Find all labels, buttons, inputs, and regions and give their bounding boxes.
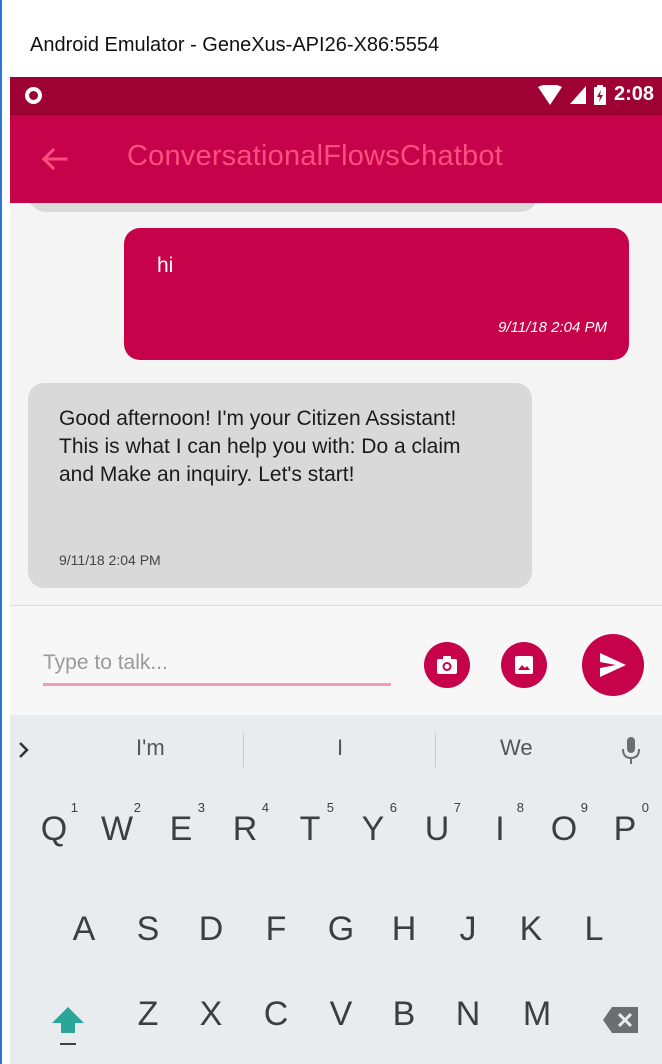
suggestion-3[interactable]: We xyxy=(500,735,533,761)
key-t[interactable]: T5 xyxy=(280,800,340,849)
image-icon xyxy=(515,656,533,674)
key-label: Q xyxy=(40,810,68,848)
user-message-bubble: hi 9/11/18 2:04 PM xyxy=(124,228,629,360)
emulator-window-titlebar: Android Emulator - GeneXus-API26-X86:555… xyxy=(0,0,662,77)
key-v[interactable]: V xyxy=(311,995,371,1034)
chevron-right-icon[interactable] xyxy=(12,735,36,765)
key-f[interactable]: F xyxy=(246,910,306,949)
suggestion-2[interactable]: I xyxy=(337,735,343,761)
key-s[interactable]: S xyxy=(118,910,178,949)
battery-icon xyxy=(593,84,606,105)
status-bar: 2:08 xyxy=(10,77,662,115)
key-j[interactable]: J xyxy=(438,910,498,949)
key-number-hint: 0 xyxy=(641,800,649,815)
key-label: W xyxy=(100,810,134,848)
key-label: E xyxy=(169,810,193,848)
key-z[interactable]: Z xyxy=(118,995,178,1034)
user-message-timestamp: 9/11/18 2:04 PM xyxy=(498,319,607,336)
key-u[interactable]: U7 xyxy=(407,800,467,849)
key-d[interactable]: D xyxy=(181,910,241,949)
key-label: R xyxy=(232,810,258,848)
bot-message-text: Good afternoon! I'm your Citizen Assista… xyxy=(59,407,461,486)
suggestion-divider xyxy=(243,733,244,767)
key-l[interactable]: L xyxy=(564,910,624,949)
key-number-hint: 8 xyxy=(516,800,524,815)
key-c[interactable]: C xyxy=(246,995,306,1034)
status-time: 2:08 xyxy=(613,83,654,105)
chat-message-list[interactable]: hi 9/11/18 2:04 PM Good afternoon! I'm y… xyxy=(10,203,662,605)
microphone-icon[interactable] xyxy=(618,735,644,767)
key-r[interactable]: R4 xyxy=(215,800,275,849)
key-label: Y xyxy=(361,810,385,848)
send-button[interactable] xyxy=(582,634,644,696)
key-number-hint: 2 xyxy=(133,800,141,815)
user-message-text: hi xyxy=(157,254,174,277)
image-button[interactable] xyxy=(501,642,547,688)
app-bar: ConversationalFlowsChatbot xyxy=(10,115,662,203)
key-number-hint: 1 xyxy=(70,800,78,815)
key-number-hint: 4 xyxy=(261,800,269,815)
bot-message-timestamp: 9/11/18 2:04 PM xyxy=(59,552,161,568)
window-title: Android Emulator - GeneXus-API26-X86:555… xyxy=(30,34,440,56)
compose-bar xyxy=(10,605,662,715)
key-m[interactable]: M xyxy=(507,995,567,1034)
key-b[interactable]: B xyxy=(374,995,434,1034)
suggestion-1[interactable]: I'm xyxy=(136,735,165,761)
key-x[interactable]: X xyxy=(181,995,241,1034)
bot-message-bubble: Good afternoon! I'm your Citizen Assista… xyxy=(28,383,532,588)
status-icons: 2:08 xyxy=(537,83,654,106)
suggestion-divider xyxy=(435,733,436,767)
key-e[interactable]: E3 xyxy=(151,800,211,849)
window-border xyxy=(0,0,2,1064)
key-i[interactable]: I8 xyxy=(470,800,530,849)
key-number-hint: 7 xyxy=(453,800,461,815)
key-a[interactable]: A xyxy=(54,910,114,949)
key-y[interactable]: Y6 xyxy=(343,800,403,849)
previous-message-bubble xyxy=(28,203,538,212)
arrow-back-icon[interactable] xyxy=(40,145,68,173)
app-title: ConversationalFlowsChatbot xyxy=(127,140,503,172)
key-number-hint: 5 xyxy=(326,800,334,815)
key-label: U xyxy=(424,810,450,848)
soft-keyboard: Q1 W2 E3 R4 T5 Y6 U7 I8 O9 P0 A S D F G … xyxy=(10,785,662,1064)
key-number-hint: 3 xyxy=(197,800,205,815)
key-label: O xyxy=(550,810,578,848)
key-g[interactable]: G xyxy=(311,910,371,949)
key-h[interactable]: H xyxy=(374,910,434,949)
key-n[interactable]: N xyxy=(438,995,498,1034)
key-q[interactable]: Q1 xyxy=(24,800,84,849)
key-label: I xyxy=(495,810,505,848)
wifi-icon xyxy=(537,84,562,105)
signal-icon xyxy=(569,85,586,104)
key-p[interactable]: P0 xyxy=(595,800,655,849)
key-number-hint: 9 xyxy=(580,800,588,815)
notification-circle-icon xyxy=(25,87,42,104)
send-icon xyxy=(600,653,626,677)
android-device-screen: 2:08 ConversationalFlowsChatbot hi 9/11/… xyxy=(10,77,662,1064)
camera-icon xyxy=(437,656,457,674)
key-label: P xyxy=(613,810,637,848)
backspace-icon[interactable] xyxy=(602,1005,640,1035)
key-k[interactable]: K xyxy=(501,910,561,949)
key-w[interactable]: W2 xyxy=(87,800,147,849)
key-label: T xyxy=(299,810,321,848)
keyboard-suggestion-bar: I'm I We xyxy=(10,715,662,785)
key-o[interactable]: O9 xyxy=(534,800,594,849)
key-number-hint: 6 xyxy=(389,800,397,815)
talk-input[interactable] xyxy=(43,646,391,686)
shift-key-icon[interactable] xyxy=(50,1003,86,1049)
camera-button[interactable] xyxy=(424,642,470,688)
